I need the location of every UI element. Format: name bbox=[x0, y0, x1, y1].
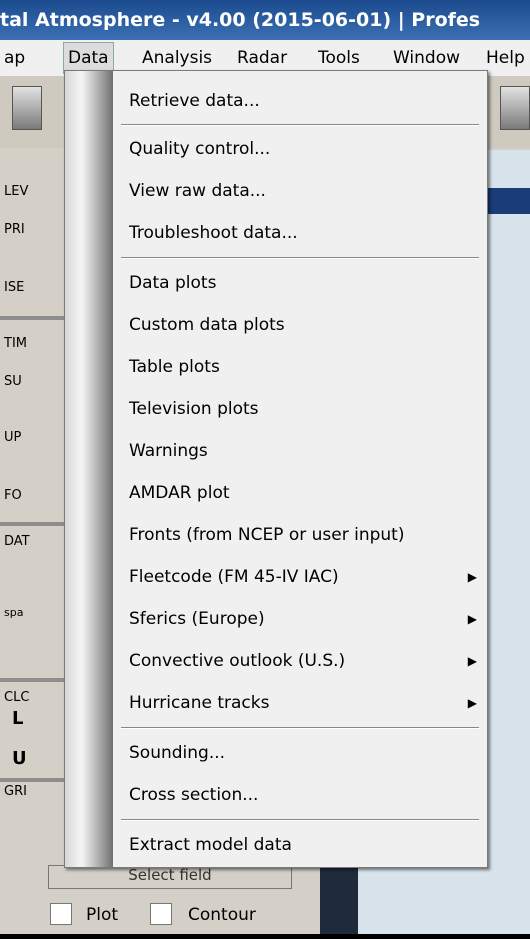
panel-label-u: U bbox=[12, 748, 27, 769]
panel-label-spa: spa bbox=[4, 606, 24, 619]
panel-label-up: UP bbox=[4, 430, 22, 445]
contour-label: Contour bbox=[188, 905, 256, 925]
menu-item-sferics[interactable]: Sferics (Europe) bbox=[129, 605, 265, 633]
plot-checkbox[interactable] bbox=[50, 903, 72, 925]
toolbar-save-icon[interactable] bbox=[12, 86, 42, 130]
title-bar: tal Atmosphere - v4.00 (2015-06-01) | Pr… bbox=[0, 0, 530, 40]
menu-item-warnings[interactable]: Warnings bbox=[129, 437, 208, 465]
menu-item-data-plots[interactable]: Data plots bbox=[129, 269, 216, 297]
menu-item-table-plots[interactable]: Table plots bbox=[129, 353, 220, 381]
plot-label: Plot bbox=[86, 905, 119, 925]
menu-item-quality-control[interactable]: Quality control... bbox=[129, 135, 270, 163]
menu-item-convective-outlook[interactable]: Convective outlook (U.S.) bbox=[129, 647, 345, 675]
menu-icon-gutter bbox=[65, 71, 113, 867]
menu-item-retrieve-data[interactable]: Retrieve data... bbox=[129, 87, 260, 115]
menu-item-amdar-plot[interactable]: AMDAR plot bbox=[129, 479, 230, 507]
panel-label-fo: FO bbox=[4, 488, 22, 503]
select-field-button[interactable]: Select field bbox=[48, 865, 292, 889]
panel-label-dat: DAT bbox=[4, 534, 30, 549]
panel-label-gri: GRI bbox=[4, 784, 27, 799]
menu-item-hurricane-tracks[interactable]: Hurricane tracks bbox=[129, 689, 269, 717]
menu-map[interactable]: ap bbox=[4, 40, 25, 76]
data-dropdown-menu: Retrieve data... Quality control... View… bbox=[64, 70, 488, 868]
toolbar-comment-icon[interactable] bbox=[500, 86, 530, 130]
submenu-arrow-icon: ▶ bbox=[467, 654, 477, 668]
menu-item-fleetcode[interactable]: Fleetcode (FM 45-IV IAC) bbox=[129, 563, 339, 591]
contour-checkbox[interactable] bbox=[150, 903, 172, 925]
menu-item-troubleshoot-data[interactable]: Troubleshoot data... bbox=[129, 219, 298, 247]
menu-item-view-raw-data[interactable]: View raw data... bbox=[129, 177, 266, 205]
select-field-label: Select field bbox=[128, 866, 212, 884]
submenu-arrow-icon: ▶ bbox=[467, 696, 477, 710]
window-title: tal Atmosphere - v4.00 (2015-06-01) | Pr… bbox=[0, 9, 481, 31]
menu-separator bbox=[121, 124, 479, 126]
menu-item-fronts[interactable]: Fronts (from NCEP or user input) bbox=[129, 521, 404, 549]
menu-separator bbox=[121, 819, 479, 821]
panel-label-ise: ISE bbox=[4, 280, 25, 295]
menu-separator bbox=[121, 727, 479, 729]
menu-item-television-plots[interactable]: Television plots bbox=[129, 395, 259, 423]
panel-label-clc: CLC bbox=[4, 690, 30, 705]
submenu-arrow-icon: ▶ bbox=[467, 570, 477, 584]
menu-item-cross-section[interactable]: Cross section... bbox=[129, 781, 258, 809]
panel-label-l: L bbox=[12, 708, 24, 729]
menu-item-extract-model-data[interactable]: Extract model data bbox=[129, 831, 292, 859]
panel-label-pri: PRI bbox=[4, 222, 25, 237]
panel-label-lev: LEV bbox=[4, 184, 29, 199]
submenu-arrow-icon: ▶ bbox=[467, 612, 477, 626]
panel-label-tim: TIM bbox=[4, 336, 27, 351]
menu-item-custom-data-plots[interactable]: Custom data plots bbox=[129, 311, 285, 339]
panel-label-su: SU bbox=[4, 374, 22, 389]
menu-separator bbox=[121, 257, 479, 259]
menu-help[interactable]: Help bbox=[486, 40, 525, 76]
menu-item-sounding[interactable]: Sounding... bbox=[129, 739, 225, 767]
